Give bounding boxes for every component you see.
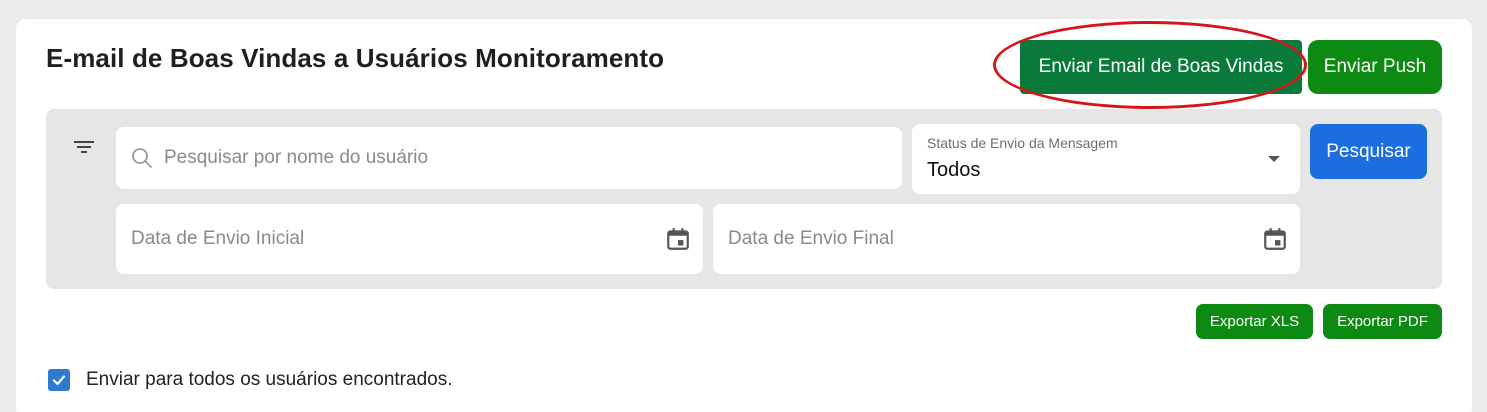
chevron-down-icon[interactable] — [1268, 156, 1280, 162]
search-input[interactable] — [164, 145, 864, 171]
date-start-placeholder: Data de Envio Inicial — [131, 228, 305, 249]
calendar-icon[interactable] — [665, 226, 691, 252]
search-button[interactable]: Pesquisar — [1310, 124, 1427, 179]
status-select-value: Todos — [927, 159, 981, 181]
check-icon — [52, 375, 66, 386]
send-all-option[interactable]: Enviar para todos os usuários encontrado… — [48, 369, 453, 391]
date-start-field[interactable]: Data de Envio Inicial — [116, 204, 703, 274]
send-all-label: Enviar para todos os usuários encontrado… — [86, 369, 453, 390]
status-select-label: Status de Envio da Mensagem — [927, 135, 1118, 151]
send-welcome-email-button[interactable]: Enviar Email de Boas Vindas — [1020, 40, 1302, 94]
date-end-field[interactable]: Data de Envio Final — [713, 204, 1300, 274]
calendar-icon[interactable] — [1262, 226, 1288, 252]
search-icon — [132, 148, 152, 168]
filter-panel: Status de Envio da Mensagem Todos Pesqui… — [46, 109, 1442, 289]
filter-icon[interactable] — [72, 139, 96, 155]
page-title: E-mail de Boas Vindas a Usuários Monitor… — [46, 43, 665, 73]
export-xls-button[interactable]: Exportar XLS — [1196, 304, 1313, 339]
date-end-placeholder: Data de Envio Final — [728, 228, 894, 249]
status-select[interactable]: Status de Envio da Mensagem Todos — [912, 124, 1300, 194]
search-field[interactable] — [116, 127, 902, 189]
welcome-email-card: E-mail de Boas Vindas a Usuários Monitor… — [16, 19, 1472, 412]
export-pdf-button[interactable]: Exportar PDF — [1323, 304, 1442, 339]
send-all-checkbox[interactable] — [48, 369, 70, 391]
send-push-button[interactable]: Enviar Push — [1308, 40, 1442, 94]
